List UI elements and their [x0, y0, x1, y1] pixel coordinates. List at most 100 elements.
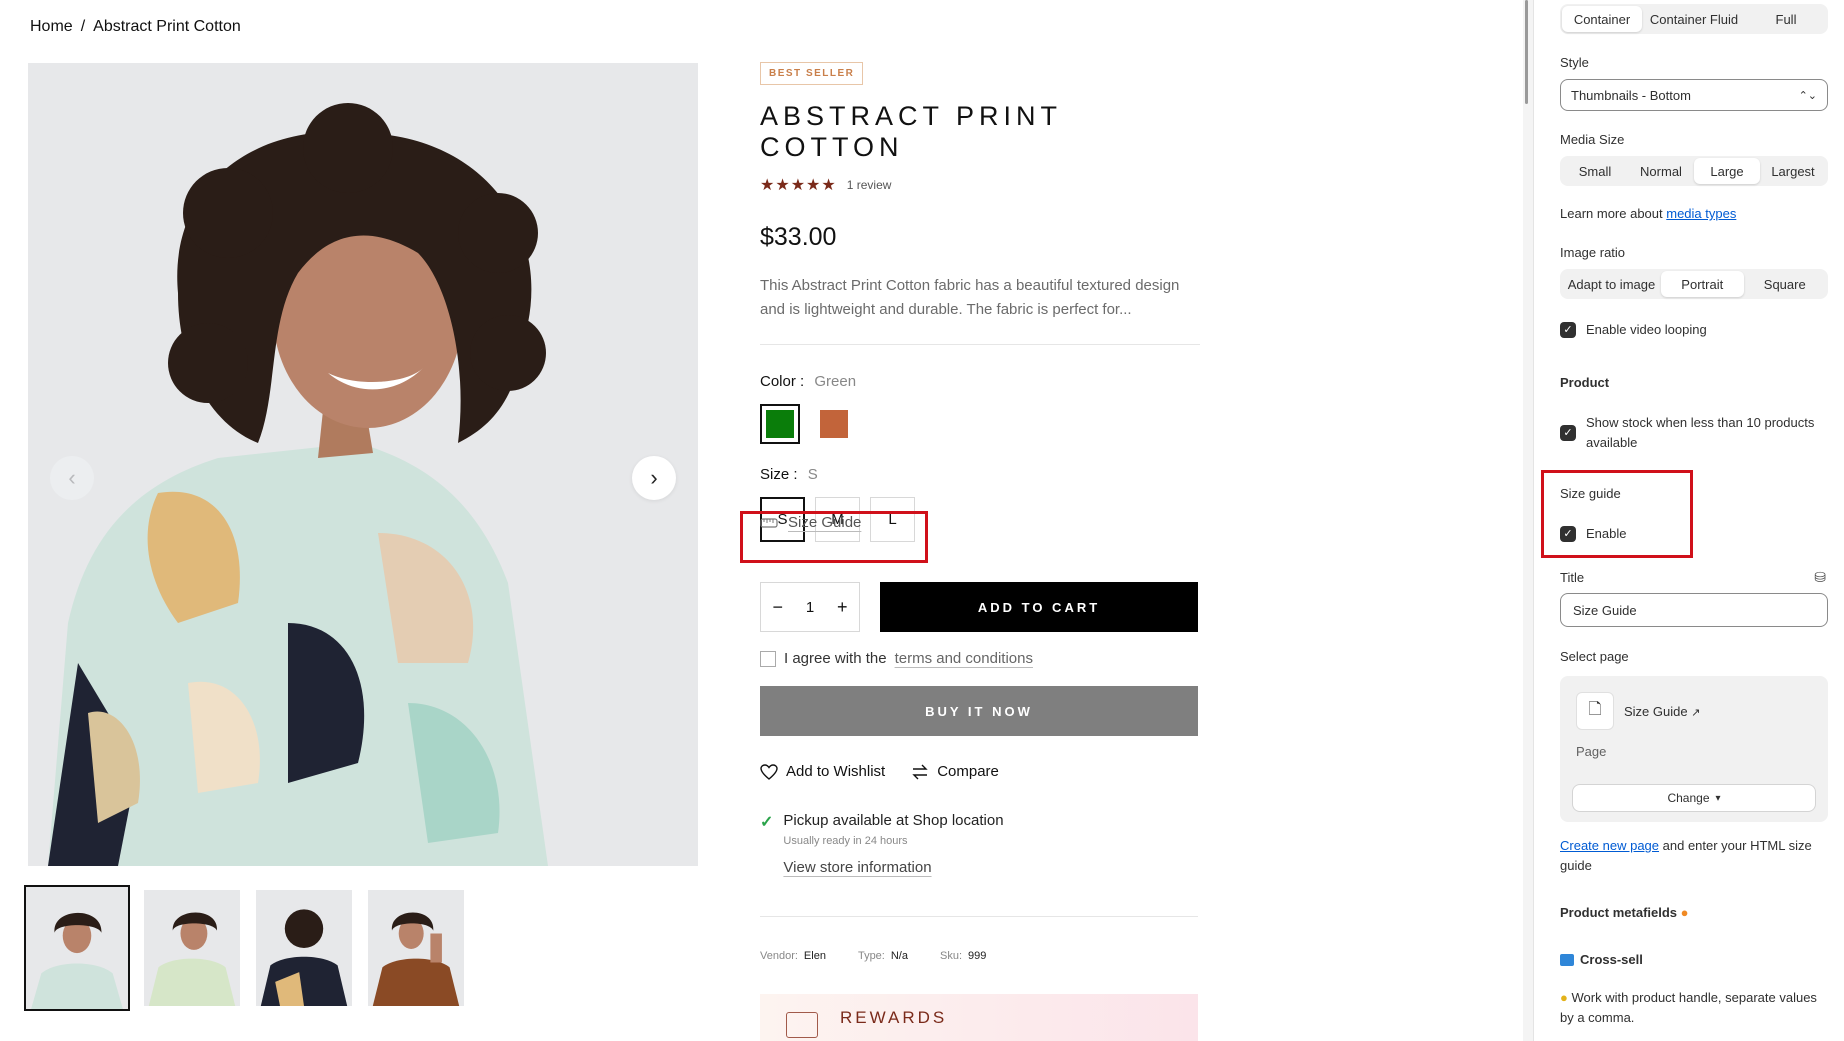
- size-guide-settings-highlight: [1541, 470, 1693, 558]
- media-types-link[interactable]: media types: [1666, 206, 1736, 221]
- cross-sell-label: Cross-sell: [1580, 952, 1643, 967]
- compare-button[interactable]: Compare: [911, 763, 999, 780]
- storefront-preview: Home / Abstract Print Cotton ‹ › BEST SE…: [0, 0, 1515, 1041]
- page-kind: Page: [1576, 744, 1607, 759]
- product-meta: Vendor: Elen Type: N/a Sku: 999: [760, 950, 986, 962]
- chevron-down-icon: ▾: [1715, 792, 1721, 804]
- color-swatches: [760, 404, 1200, 444]
- breadcrumb-separator: /: [80, 18, 86, 35]
- quantity-stepper: − 1 +: [760, 582, 860, 632]
- terms-prefix: I agree with the: [784, 650, 887, 667]
- size-label: Size :: [760, 466, 798, 483]
- fire-icon: ●: [1680, 905, 1689, 920]
- size-option-label: Size : S: [760, 466, 1200, 483]
- width-option-full[interactable]: Full: [1746, 6, 1826, 32]
- page-name[interactable]: Size Guide ↗: [1624, 704, 1700, 719]
- product-description: This Abstract Print Cotton fabric has a …: [760, 277, 1180, 318]
- media-size-normal[interactable]: Normal: [1628, 158, 1694, 184]
- view-store-link[interactable]: View store information: [783, 859, 931, 876]
- ratio-adapt[interactable]: Adapt to image: [1562, 271, 1661, 297]
- thumbnail[interactable]: [368, 890, 464, 1006]
- terms-checkbox[interactable]: [760, 650, 776, 667]
- external-link-icon: ↗: [1691, 707, 1701, 719]
- breadcrumb-current: Abstract Print Cotton: [93, 18, 241, 35]
- star-rating-icon: ★★★★★: [760, 177, 837, 194]
- cross-sell-note-text: Work with product handle, separate value…: [1560, 990, 1817, 1025]
- width-option-container[interactable]: Container: [1562, 6, 1642, 32]
- thumbnail-image: [256, 890, 352, 1006]
- change-page-button[interactable]: Change ▾: [1572, 784, 1816, 812]
- style-select-value: Thumbnails - Bottom: [1571, 87, 1691, 103]
- checkbox-checked-icon[interactable]: ✓: [1560, 526, 1576, 542]
- media-size-large[interactable]: Large: [1694, 158, 1760, 184]
- divider: [760, 916, 1198, 917]
- ratio-portrait[interactable]: Portrait: [1661, 271, 1744, 297]
- style-select[interactable]: Thumbnails - Bottom ⌃⌄: [1560, 79, 1828, 111]
- create-new-page-link[interactable]: Create new page: [1560, 838, 1659, 853]
- vendor-meta: Vendor: Elen: [760, 950, 826, 962]
- vendor-value: Elen: [803, 950, 826, 962]
- color-swatch-green[interactable]: [760, 404, 800, 444]
- type-value: N/a: [890, 950, 908, 962]
- buy-it-now-button[interactable]: BUY IT NOW: [760, 686, 1198, 736]
- compare-label: Compare: [937, 763, 999, 780]
- buy-row: − 1 + ADD TO CART: [760, 582, 1198, 632]
- thumbnail-image: [144, 890, 240, 1006]
- qty-input[interactable]: 1: [806, 599, 814, 616]
- database-icon[interactable]: ⛁: [1814, 569, 1826, 586]
- terms-link[interactable]: terms and conditions: [895, 650, 1033, 667]
- thumbnail[interactable]: [24, 885, 130, 1011]
- ratio-square[interactable]: Square: [1744, 271, 1827, 297]
- wishlist-label: Add to Wishlist: [786, 763, 886, 780]
- checkbox-checked-icon[interactable]: ✓: [1560, 322, 1576, 338]
- preview-scrollbar[interactable]: [1523, 0, 1533, 1041]
- width-option-container-fluid[interactable]: Container Fluid: [1642, 6, 1746, 32]
- sku-label: Sku:: [939, 950, 962, 962]
- product-actions: Add to Wishlist Compare: [760, 763, 999, 780]
- checkbox-checked-icon[interactable]: ✓: [1560, 425, 1576, 441]
- sku-value: 999: [968, 950, 987, 962]
- learn-more-text: Learn more about media types: [1560, 206, 1736, 221]
- checkmark-icon: ✓: [760, 814, 774, 831]
- type-meta: Type: N/a: [858, 950, 908, 962]
- add-to-wishlist-button[interactable]: Add to Wishlist: [760, 763, 885, 780]
- media-size-label: Media Size: [1560, 132, 1625, 147]
- best-seller-badge: BEST SELLER: [760, 62, 864, 85]
- media-size-largest[interactable]: Largest: [1760, 158, 1826, 184]
- image-ratio-label: Image ratio: [1560, 245, 1626, 260]
- gallery-prev-button[interactable]: ‹: [50, 456, 94, 500]
- create-page-hint: Create new page and enter your HTML size…: [1560, 836, 1828, 876]
- product-price: $33.00: [760, 223, 837, 251]
- lightbulb-icon: ●: [1560, 990, 1568, 1005]
- chevron-right-icon: ›: [650, 465, 658, 490]
- color-value: Green: [814, 373, 857, 390]
- product-rating: ★★★★★ 1 review: [760, 175, 1200, 195]
- video-looping-label: Enable video looping: [1586, 322, 1707, 337]
- size-guide-title-input[interactable]: Size Guide: [1560, 593, 1828, 627]
- media-size-small[interactable]: Small: [1562, 158, 1628, 184]
- breadcrumb-home[interactable]: Home: [30, 18, 73, 36]
- show-stock-row[interactable]: ✓ Show stock when less than 10 products …: [1560, 413, 1828, 453]
- product-metafields-heading: Product metafields ●: [1560, 905, 1689, 920]
- scrollbar-thumb[interactable]: [1525, 0, 1528, 104]
- review-count[interactable]: 1 review: [847, 178, 892, 192]
- pickup-availability: ✓ Pickup available at Shop location Usua…: [760, 812, 1004, 877]
- product-main-image: ‹ ›: [28, 63, 698, 866]
- thumbnail[interactable]: [256, 890, 352, 1006]
- divider: [760, 344, 1200, 345]
- size-guide-enable-row[interactable]: ✓ Enable: [1560, 524, 1626, 544]
- qty-plus-button[interactable]: +: [837, 597, 848, 618]
- thumbnail[interactable]: [144, 890, 240, 1006]
- image-ratio-segmented-control: Adapt to image Portrait Square: [1560, 269, 1828, 299]
- color-swatch-brown[interactable]: [814, 404, 854, 444]
- add-to-cart-button[interactable]: ADD TO CART: [880, 582, 1198, 632]
- qty-minus-button[interactable]: −: [772, 597, 783, 618]
- thumbnail-strip: [24, 885, 464, 1011]
- vendor-label: Vendor:: [760, 950, 798, 962]
- cross-sell-icon: [1560, 953, 1574, 966]
- video-looping-row[interactable]: ✓ Enable video looping: [1560, 320, 1707, 340]
- gallery-next-button[interactable]: ›: [632, 456, 676, 500]
- rewards-banner[interactable]: REWARDS: [760, 994, 1198, 1041]
- thumbnail-image: [26, 887, 128, 1009]
- select-chevron-icon: ⌃⌄: [1798, 89, 1817, 102]
